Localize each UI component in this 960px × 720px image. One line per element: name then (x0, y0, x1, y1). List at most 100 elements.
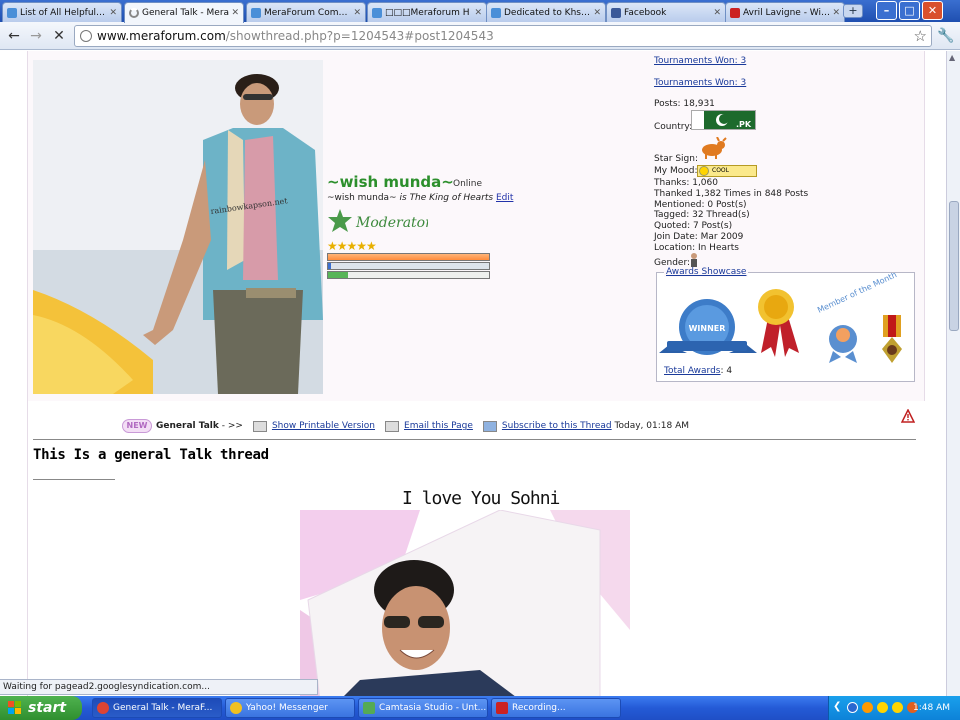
tab-title: MeraForum Commu (264, 7, 352, 18)
scrollbar-thumb[interactable] (949, 201, 959, 331)
forward-button[interactable]: → (27, 27, 45, 45)
experience-bar (327, 271, 490, 279)
tab-title: General Talk - Mera (142, 8, 230, 18)
taskbar-item-label: Camtasia Studio - Unt... (379, 703, 487, 713)
minimize-button[interactable]: – (876, 1, 897, 20)
tournaments-won-link[interactable]: Tournaments Won: 3 (654, 78, 746, 88)
close-window-button[interactable]: ✕ (922, 1, 943, 20)
awards-showcase-link[interactable]: Awards Showcase (664, 267, 749, 277)
close-tab-icon[interactable]: ✕ (593, 8, 601, 18)
email-page-link[interactable]: Email this Page (404, 421, 473, 431)
user-avatar-image: rainbowkapson.net (33, 60, 323, 394)
status-bubble: Waiting for pagead2.googlesyndication.co… (0, 679, 318, 695)
my-mood-label: My Mood: (654, 166, 698, 176)
globe-icon (491, 7, 501, 18)
printer-icon (252, 420, 267, 432)
moderator-badge: Moderator (328, 207, 433, 237)
url-host: www.meraforum.com (97, 29, 226, 43)
tab-meraforum-community[interactable]: MeraForum Commu ✕ (246, 2, 366, 22)
new-tab-button[interactable]: + (843, 4, 863, 18)
wrench-menu-icon[interactable]: 🔧 (937, 28, 954, 44)
messenger-smiley-icon[interactable] (877, 702, 888, 713)
taskbar-item-chrome[interactable]: General Talk - MeraF... (92, 698, 222, 718)
taskbar-item-recording[interactable]: Recording... (491, 698, 621, 718)
title-underline (33, 479, 115, 480)
taurus-bull-icon (697, 136, 727, 159)
address-bar[interactable]: www.meraforum.com/showthread.php?p=12045… (74, 25, 932, 47)
tray-expand-icon[interactable]: ❮ (833, 701, 841, 712)
yahoo-messenger-icon (230, 702, 242, 714)
total-awards-link[interactable]: Total Awards (664, 366, 721, 376)
back-button[interactable]: ← (5, 27, 23, 45)
reputation-bar (327, 253, 490, 261)
taskbar-item-label: Yahoo! Messenger (246, 703, 328, 713)
maximize-button[interactable]: □ (899, 1, 920, 20)
status-prefix: ~wish munda~ (327, 193, 397, 203)
tab-list-helpful-forums[interactable]: List of All Helpful Fo ✕ (2, 2, 122, 22)
status-text: The King of Hearts (409, 193, 494, 203)
forum-arrows: - >> (221, 421, 243, 431)
tagged-count: Tagged: 32 Thread(s) (654, 210, 750, 220)
email-icon (385, 420, 400, 432)
winner-award-icon: WINNER (659, 299, 757, 355)
start-button[interactable]: start (0, 696, 82, 720)
tab-facebook[interactable]: Facebook ✕ (606, 2, 726, 22)
status-is: is (399, 193, 407, 203)
bookmark-star-icon[interactable]: ☆ (914, 26, 927, 46)
taskbar-clock[interactable]: 1:48 AM (913, 696, 950, 720)
post-message-text: I love You Sohni (402, 488, 560, 509)
taskbar-item-yahoo[interactable]: Yahoo! Messenger (225, 698, 355, 718)
tournaments-won-2[interactable]: Tournaments Won: 3 (654, 78, 746, 88)
close-tab-icon[interactable]: ✕ (231, 8, 239, 18)
posts-count: Posts: 18,931 (654, 99, 715, 109)
new-post-badge: NEW (122, 419, 152, 433)
globe-icon (7, 7, 17, 18)
post-divider (33, 439, 916, 440)
scroll-up-arrow-icon[interactable]: ▲ (949, 53, 955, 62)
username-link[interactable]: ~wish munda~ (327, 173, 454, 191)
thanked-count: Thanked 1,382 Times in 848 Posts (654, 189, 809, 199)
tab-dedicated-khsuhi[interactable]: Dedicated to Khsuhi ✕ (486, 2, 606, 22)
browser-tab-strip: List of All Helpful Fo ✕ General Talk - … (0, 0, 960, 23)
tab-title: Facebook (624, 7, 667, 18)
youtube-icon (730, 7, 740, 18)
printable-version-link[interactable]: Show Printable Version (272, 421, 375, 431)
facebook-icon (611, 7, 621, 18)
camtasia-icon (363, 702, 375, 714)
subscribe-icon (482, 420, 497, 432)
messenger-smiley-icon[interactable] (892, 702, 903, 713)
vertical-scrollbar[interactable]: ▲ (946, 51, 960, 696)
taskbar-item-label: General Talk - MeraF... (113, 703, 213, 713)
tab-general-talk[interactable]: General Talk - Mera ✕ (124, 2, 244, 23)
tab-avril-lavigne[interactable]: Avril Lavigne - Wish ✕ (725, 2, 845, 22)
medal-award-icon (882, 315, 902, 363)
page-viewport: rainbowkapson.net ~wish munda~ Online ~w… (0, 51, 946, 696)
report-post-icon[interactable] (900, 408, 916, 423)
close-tab-icon[interactable]: ✕ (713, 8, 721, 18)
stop-button[interactable]: ✕ (50, 27, 68, 45)
edit-status-link[interactable]: Edit (496, 193, 513, 203)
tournaments-won-link[interactable]: Tournaments Won: 3 (654, 56, 746, 66)
chrome-icon (97, 702, 109, 714)
tab-title: □□□Meraforum H (385, 7, 470, 18)
url-path: /showthread.php?p=1204543#post1204543 (225, 29, 494, 43)
tab-title: Avril Lavigne - Wish (743, 7, 831, 18)
mood-badge: COOL (697, 165, 757, 177)
cool-smiley-icon (699, 166, 709, 176)
globe-icon (251, 7, 261, 18)
member-month-text: Member of the Month (816, 273, 898, 315)
tournaments-won-1[interactable]: Tournaments Won: 3 (654, 56, 746, 66)
tab-meraforum-home[interactable]: □□□Meraforum H ✕ (367, 2, 487, 22)
security-shield-icon[interactable] (847, 702, 858, 713)
close-tab-icon[interactable]: ✕ (353, 8, 361, 18)
subscribe-thread-link[interactable]: Subscribe to this Thread (502, 421, 612, 431)
post-timestamp: Today, 01:18 AM (614, 421, 690, 431)
close-tab-icon[interactable]: ✕ (832, 8, 840, 18)
close-tab-icon[interactable]: ✕ (109, 8, 117, 18)
close-tab-icon[interactable]: ✕ (474, 8, 482, 18)
mood-value: COOL (712, 167, 729, 174)
forum-name: General Talk (156, 421, 219, 431)
male-gender-icon (689, 252, 699, 267)
network-icon[interactable] (862, 702, 873, 713)
taskbar-item-camtasia[interactable]: Camtasia Studio - Unt... (358, 698, 488, 718)
